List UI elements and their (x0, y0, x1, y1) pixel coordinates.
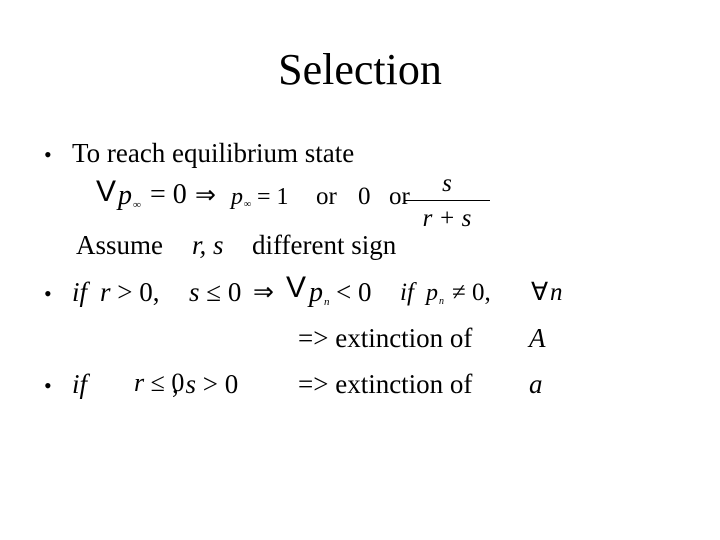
bullet-dot: • (44, 142, 52, 167)
subscript-n: n (324, 296, 330, 308)
bullet-text-equilibrium: To reach equilibrium state (72, 138, 355, 168)
result-extinction-A: => extinction of (298, 323, 473, 353)
condition-r: r > 0, (100, 277, 160, 307)
zero-text: 0 (358, 183, 371, 210)
slide-title: Selection (278, 45, 442, 94)
subscript-infinity: ∞ (244, 199, 252, 210)
condition-s: , s > 0 (172, 369, 239, 399)
delta-symbol: V (286, 271, 307, 304)
condition-s: s ≤ 0 (189, 277, 242, 307)
subscript-n: n (439, 296, 444, 307)
result-extinction-a: => extinction of (298, 369, 473, 399)
if-keyword: if (72, 369, 88, 399)
delta-symbol: V (96, 175, 117, 208)
if-keyword: if (400, 279, 414, 306)
assume-vars: r, s (192, 230, 224, 260)
if-keyword: if (72, 277, 88, 307)
not-equal-zero: ≠ 0, (452, 279, 491, 306)
fraction-bar (404, 200, 490, 201)
equals-one: = 1 (257, 184, 289, 210)
var-p: p (426, 280, 438, 306)
implies-symbol: ⇒ (253, 279, 274, 306)
forall-symbol: ∀ (531, 279, 549, 306)
or-text: or (316, 183, 337, 210)
var-n: n (550, 279, 563, 306)
equals-zero: = 0 (150, 179, 187, 210)
fraction-numerator: s (442, 170, 452, 197)
less-than-zero: < 0 (336, 277, 372, 307)
result-var-a: a (529, 369, 543, 399)
var-p: p (309, 277, 323, 308)
assume-label: Assume (76, 230, 163, 260)
assume-suffix: different sign (252, 230, 397, 260)
implies-symbol: ⇒ (195, 182, 216, 209)
subscript-infinity: ∞ (133, 199, 141, 211)
bullet-dot: • (44, 373, 52, 398)
var-p: p (231, 184, 243, 210)
var-p: p (118, 180, 132, 211)
bullet-dot: • (44, 281, 52, 306)
fraction-s-over-r-plus-s: s r + s (404, 170, 490, 233)
fraction-denominator: r + s (422, 205, 472, 232)
result-var-A: A (529, 323, 546, 353)
